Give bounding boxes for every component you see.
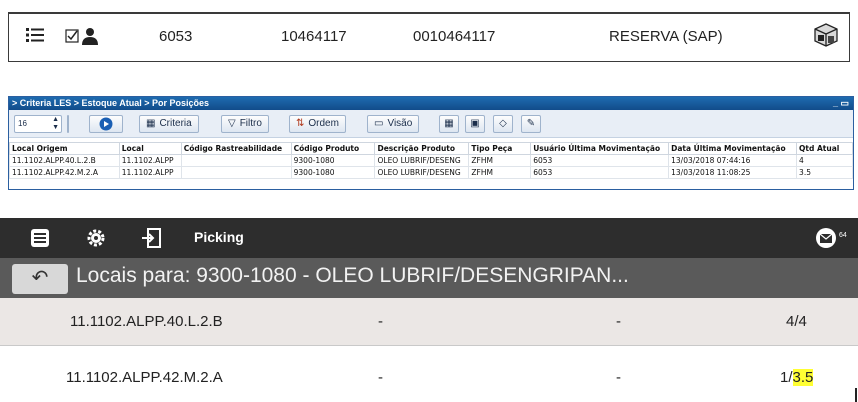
col-header[interactable]: Data Última Movimentação (668, 142, 798, 155)
col-header[interactable]: Usuário Última Movimentação (530, 142, 670, 155)
dash-b: - (616, 369, 621, 386)
dash-a: - (378, 313, 383, 330)
picking-screen: Picking 64 ↶ Locais para: 9300-1080 - OL… (0, 218, 858, 402)
cell: 11.1102.ALPP.40.L.2.B (9, 154, 120, 167)
envelope-icon[interactable] (814, 226, 838, 250)
location-code: 11.1102.ALPP.42.M.2.A (66, 369, 223, 386)
view-icon: ▭ (374, 118, 384, 129)
quantity: 4/4 (786, 313, 807, 330)
cell: 9300-1080 (290, 154, 376, 167)
gear-icon[interactable] (84, 226, 108, 250)
cell: 6053 (530, 154, 670, 167)
cell: 13/03/2018 07:44:16 (668, 154, 798, 167)
type-label: RESERVA (SAP) (609, 28, 723, 45)
criteria-icon: ▦ (146, 118, 156, 129)
stock-position-window: > Criteria LES > Estoque Atual > Por Pos… (8, 96, 854, 190)
user-code: 6053 (159, 28, 193, 45)
back-button[interactable]: ↶ (12, 264, 68, 294)
wrench-icon: ✎ (526, 118, 536, 129)
menu-icon[interactable] (28, 226, 52, 250)
cell: 11.1102.ALPP.42.M.2.A (9, 166, 120, 179)
reference-number: 0010464117 (413, 28, 496, 45)
quantity: 1/3.5 (780, 369, 814, 386)
dash-b: - (616, 313, 621, 330)
text-cursor (855, 388, 857, 402)
notification-badge: 64 (839, 232, 847, 239)
cell (180, 166, 292, 179)
app-topbar: Picking 64 (0, 218, 858, 258)
table-header-row: Local Origem Local Código Rastreabilidad… (9, 142, 853, 155)
cell: 3.5 (796, 166, 853, 179)
separator (67, 115, 69, 133)
location-title: Locais para: 9300-1080 - OLEO LUBRIF/DES… (76, 264, 629, 287)
grid-icon: ▦ (444, 118, 454, 129)
cell: ZFHM (468, 154, 532, 167)
table-row[interactable]: 11.1102.ALPP.42.M.2.A 11.1102.ALPP 9300-… (9, 166, 853, 179)
back-arrow-icon: ↶ (31, 267, 49, 289)
toolbar: 16 ▲ ▼ ▦ Criteria ▽ Filtro ⇅ Ordem ▭ Visão ▦ … (9, 110, 853, 138)
filter-button[interactable]: ▽ Filtro (221, 115, 269, 133)
col-header[interactable]: Descrição Produto (374, 142, 470, 155)
sort-button[interactable]: ⇅ Ordem (289, 115, 346, 133)
item-header-row: 6053 10464117 0010464117 RESERVA (SAP) (8, 12, 850, 62)
brackets-icon: ◇ (499, 118, 507, 129)
stock-table: Local Origem Local Código Rastreabilidad… (9, 142, 853, 179)
export-button[interactable]: ▦ (439, 115, 459, 133)
col-header[interactable]: Código Produto (290, 142, 376, 155)
cell: 6053 (530, 166, 670, 179)
window-controls[interactable]: _ ▭ (833, 97, 849, 110)
list-icon[interactable] (25, 25, 45, 45)
page-size-spinner[interactable]: 16 ▲ ▼ (14, 115, 62, 133)
location-code: 11.1102.ALPP.40.L.2.B (70, 313, 223, 330)
cell: 11.1102.ALPP (118, 154, 182, 167)
window-title: > Criteria LES > Estoque Atual > Por Pos… (9, 97, 853, 110)
col-header[interactable]: Tipo Peça (468, 142, 532, 155)
save-button[interactable]: ▣ (465, 115, 485, 133)
save-icon: ▣ (470, 118, 480, 129)
table-row[interactable]: 11.1102.ALPP.40.L.2.B 11.1102.ALPP 9300-… (9, 154, 853, 167)
play-icon (99, 117, 113, 131)
dash-a: - (378, 369, 383, 386)
sort-icon: ⇅ (296, 118, 305, 129)
cell: 13/03/2018 11:08:25 (668, 166, 798, 179)
boxes-icon[interactable] (813, 23, 839, 49)
logout-icon[interactable] (140, 226, 164, 250)
cell (180, 154, 292, 167)
cell: ZFHM (468, 166, 532, 179)
cell: OLEO LUBRIF/DESENG (374, 166, 470, 179)
col-header[interactable]: Local (118, 142, 182, 155)
list-item[interactable]: 11.1102.ALPP.40.L.2.B - - 4/4 (0, 298, 858, 346)
checkbox-user-icon[interactable] (65, 25, 105, 47)
cell: 4 (796, 154, 853, 167)
view-button[interactable]: ▭ Visão (367, 115, 420, 133)
col-header[interactable]: Local Origem (9, 142, 120, 155)
code-button[interactable]: ◇ (493, 115, 513, 133)
cell: 11.1102.ALPP (118, 166, 182, 179)
list-item[interactable]: 11.1102.ALPP.42.M.2.A - - 1/3.5 (0, 354, 858, 402)
col-header[interactable]: Código Rastreabilidade (180, 142, 292, 155)
cell: OLEO LUBRIF/DESENG (374, 154, 470, 167)
breadcrumb: > Criteria LES > Estoque Atual > Por Pos… (12, 98, 209, 108)
highlighted-quantity: 3.5 (792, 369, 814, 386)
cell: 9300-1080 (290, 166, 376, 179)
filter-icon: ▽ (228, 118, 236, 129)
criteria-button[interactable]: ▦ Criteria (139, 115, 199, 133)
screen-title: Picking (194, 229, 244, 245)
col-header[interactable]: Qtd Atual (796, 142, 853, 155)
order-number: 10464117 (281, 28, 347, 45)
go-button[interactable] (89, 115, 123, 133)
settings-button[interactable]: ✎ (521, 115, 541, 133)
sub-header: ↶ Locais para: 9300-1080 - OLEO LUBRIF/D… (0, 258, 858, 298)
